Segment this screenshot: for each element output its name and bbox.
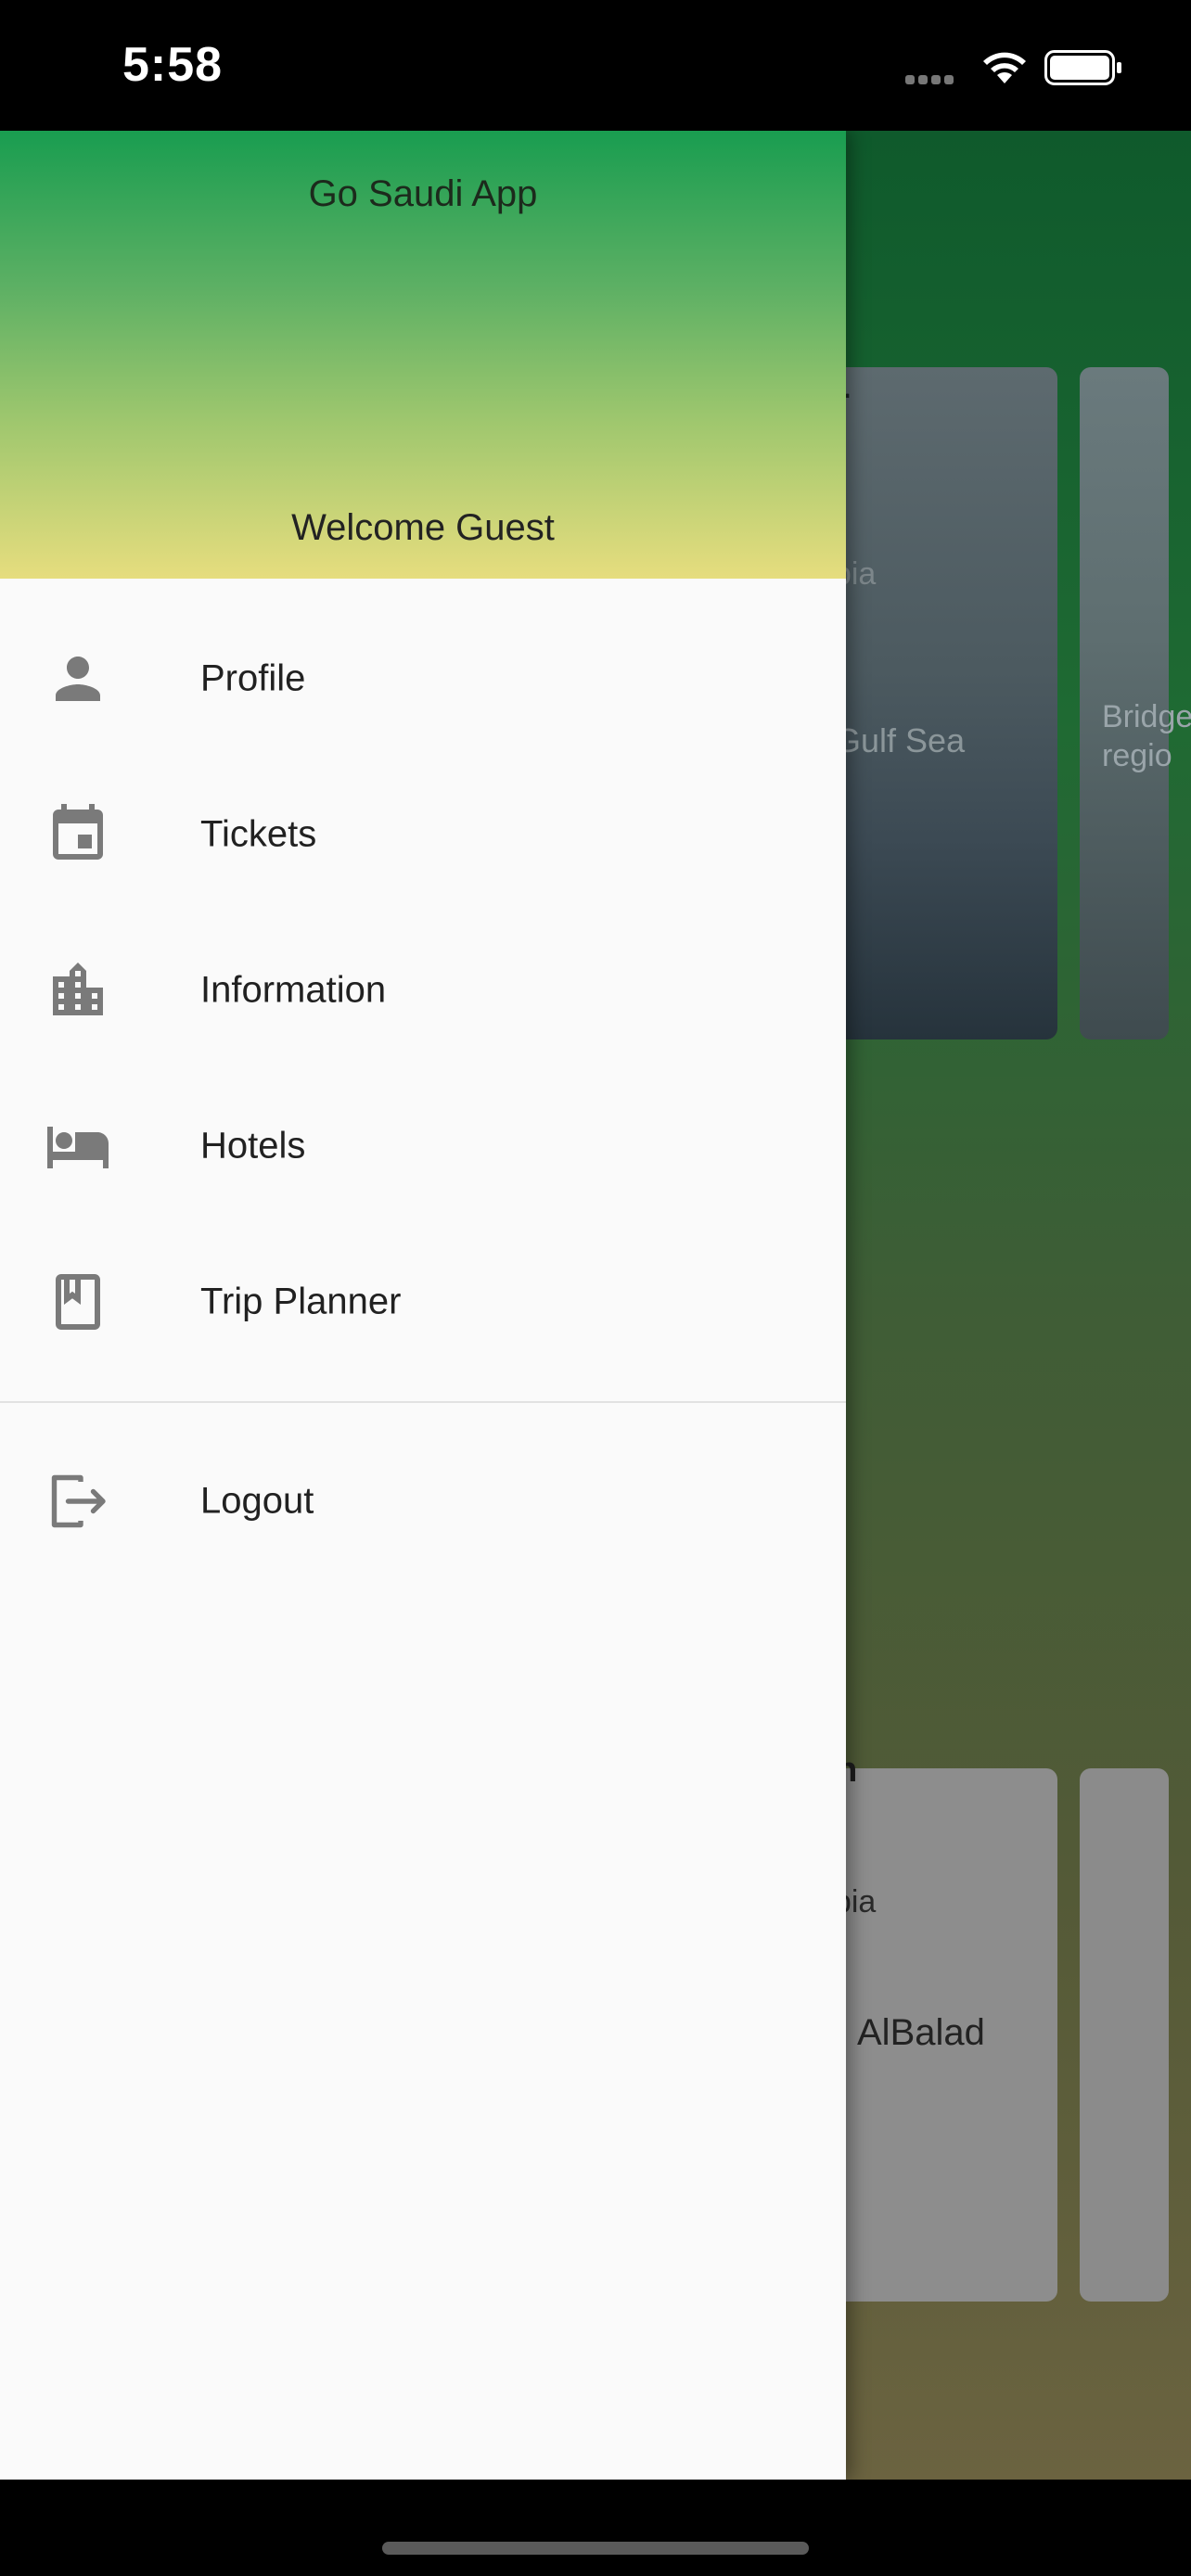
- menu-item-profile[interactable]: Profile: [0, 601, 846, 757]
- drawer-divider: [0, 1401, 846, 1403]
- menu-item-information[interactable]: Information: [0, 912, 846, 1068]
- battery-icon: [1044, 50, 1121, 85]
- cellular-signal-icon: [905, 72, 961, 84]
- navigation-drawer: Go Saudi App Welcome Guest Profile Ticke…: [0, 131, 846, 2480]
- status-bar: 5:58: [0, 0, 1191, 131]
- menu-item-label: Information: [200, 969, 387, 1011]
- wifi-icon: [983, 52, 1026, 83]
- menu-item-label: Trip Planner: [200, 1281, 402, 1322]
- card-description: AlBalad: [857, 2012, 985, 2053]
- menu-item-hotels[interactable]: Hotels: [0, 1068, 846, 1224]
- calendar-icon: [53, 804, 103, 860]
- status-time: 5:58: [122, 38, 224, 92]
- drawer-header: Go Saudi App Welcome Guest: [0, 131, 846, 579]
- bottom-safe-area: [0, 2480, 1191, 2576]
- book-icon: [56, 1274, 100, 1330]
- menu-item-tickets[interactable]: Tickets: [0, 757, 846, 912]
- person-icon: [56, 657, 100, 701]
- destination-card[interactable]: [1080, 1768, 1169, 2302]
- app-title: Go Saudi App: [308, 173, 538, 214]
- menu-item-trip-planner[interactable]: Trip Planner: [0, 1224, 846, 1380]
- bed-icon: [47, 1127, 109, 1168]
- menu-item-label: Profile: [200, 657, 306, 699]
- menu-item-label: Logout: [200, 1480, 314, 1522]
- menu-item-logout[interactable]: Logout: [0, 1423, 846, 1579]
- menu-item-label: Hotels: [200, 1125, 306, 1167]
- building-icon: [53, 963, 103, 1015]
- card-description: Bridge regio: [1102, 699, 1191, 773]
- menu-item-label: Tickets: [200, 813, 317, 855]
- welcome-text: Welcome Guest: [291, 507, 555, 548]
- destination-card[interactable]: [816, 367, 1057, 1039]
- logout-icon: [51, 1474, 106, 1528]
- home-indicator[interactable]: [382, 2542, 809, 2555]
